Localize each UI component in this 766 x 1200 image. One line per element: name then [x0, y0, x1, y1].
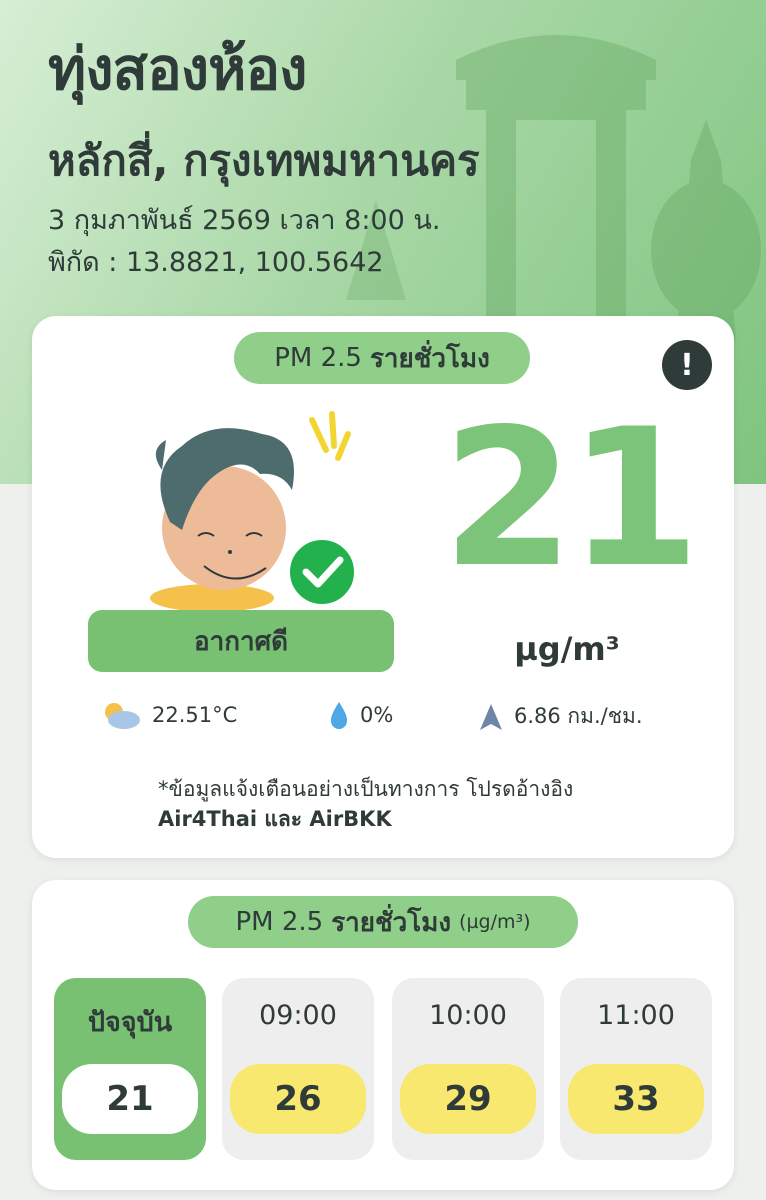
hour-pm-value: 21 — [62, 1064, 198, 1134]
rain-item: 0% — [328, 700, 393, 730]
hour-label: 10:00 — [429, 1000, 507, 1031]
air-quality-status: อากาศดี — [88, 610, 394, 672]
disclaimer-line: *ข้อมูลแจ้งเตือนอย่างเป็นทางการ โปรดอ้าง… — [158, 777, 574, 801]
hour-tile-current[interactable]: ปัจจุบัน 21 — [54, 978, 206, 1160]
hour-pm-value: 26 — [230, 1064, 366, 1134]
hour-label: 09:00 — [259, 1000, 337, 1031]
hour-pm-value: 33 — [568, 1064, 704, 1134]
wind-value: 6.86 กม./ชม. — [514, 704, 643, 728]
hourly-forecast-card: PM 2.5 รายชั่วโมง (µg/m³) ปัจจุบัน 21 09… — [32, 880, 734, 1190]
hour-tile-1000[interactable]: 10:00 29 — [392, 978, 544, 1160]
header-prefix: PM 2.5 — [235, 907, 324, 937]
header-bold: รายชั่วโมง — [331, 907, 452, 938]
hourly-header: PM 2.5 รายชั่วโมง (µg/m³) — [188, 896, 578, 948]
header-bold: รายชั่วโมง — [369, 343, 490, 374]
pm25-hourly-header: PM 2.5 รายชั่วโมง — [234, 332, 530, 384]
header-prefix: PM 2.5 — [274, 343, 362, 373]
rain-value: 0% — [360, 703, 394, 727]
hour-tile-0900[interactable]: 09:00 26 — [222, 978, 374, 1160]
disclaimer-text: *ข้อมูลแจ้งเตือนอย่างเป็นทางการ โปรดอ้าง… — [158, 774, 573, 835]
hour-label: 11:00 — [597, 1000, 675, 1031]
partly-cloudy-icon — [105, 703, 140, 729]
water-drop-icon — [330, 702, 348, 729]
coordinates-text: พิกัด : 13.8821, 100.5642 — [48, 247, 384, 278]
weather-row: 22.51°C 0% 6.86 กม./ชม. — [32, 700, 734, 736]
temperature-value: 22.51°C — [152, 703, 238, 727]
date-time-text: 3 กุมภาพันธ์ 2569 เวลา 8:00 น. — [48, 205, 441, 236]
district-title: ทุ่งสองห้อง — [48, 35, 307, 103]
hour-tile-1100[interactable]: 11:00 33 — [560, 978, 712, 1160]
hour-label: ปัจจุบัน — [87, 1007, 173, 1038]
disclaimer-sources: Air4Thai และ AirBKK — [158, 807, 392, 832]
exclamation-icon[interactable]: ! — [662, 340, 712, 390]
pm25-unit: µg/m³ — [514, 630, 620, 668]
header-unit: (µg/m³) — [459, 911, 531, 933]
area-subtitle: หลักสี่, กรุงเทพมหานคร — [48, 136, 480, 185]
current-pm25-card: PM 2.5 รายชั่วโมง ! อากาศดี 21 µg/m³ 22.… — [32, 316, 734, 858]
wind-item: 6.86 กม./ชม. — [478, 700, 643, 733]
hour-pm-value: 29 — [400, 1064, 536, 1134]
pm25-value: 21 — [442, 388, 700, 609]
happy-face-mascot-icon — [150, 411, 358, 610]
temperature-item: 22.51°C — [100, 700, 237, 730]
wind-direction-icon — [480, 703, 502, 730]
